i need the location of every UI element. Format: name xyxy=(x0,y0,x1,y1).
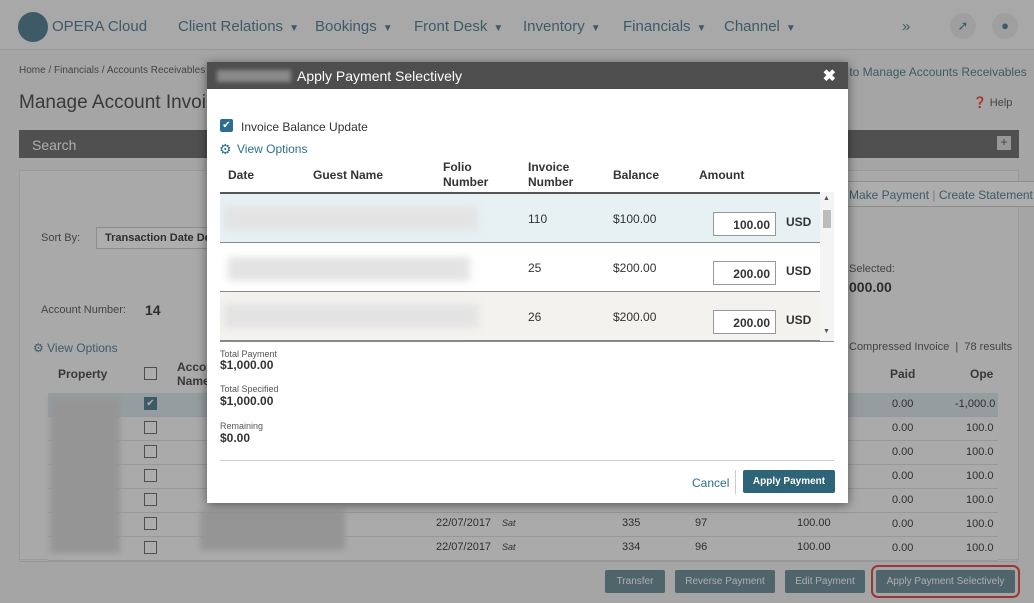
dialog-header: Apply Payment Selectively ✖ xyxy=(207,62,848,89)
col-invoice-number[interactable]: Invoice Number xyxy=(528,160,573,190)
col-amount[interactable]: Amount xyxy=(699,168,744,183)
col-folio-number[interactable]: Folio Number xyxy=(443,160,488,190)
amount-input[interactable]: 200.00 xyxy=(713,310,776,334)
invoice-balance-update-checkbox[interactable]: ✔ xyxy=(220,119,233,132)
dialog-footer-rule xyxy=(220,460,834,461)
total-specified-label: Total Specified xyxy=(220,384,279,394)
col-balance[interactable]: Balance xyxy=(613,168,659,183)
row-balance: $200.00 xyxy=(613,310,657,324)
amount-input[interactable]: 200.00 xyxy=(713,261,776,285)
amount-input[interactable]: 100.00 xyxy=(713,212,776,236)
row-currency: USD xyxy=(786,264,812,278)
redacted-row-data xyxy=(224,304,478,328)
row-balance: $100.00 xyxy=(613,212,657,226)
col-guest-name[interactable]: Guest Name xyxy=(313,168,383,183)
table-end-rule xyxy=(220,341,834,342)
table-scrollbar[interactable]: ▲ ▼ xyxy=(820,192,834,341)
row-invoice-number: 110 xyxy=(528,212,548,226)
button-separator xyxy=(735,470,736,494)
redacted-row-data xyxy=(224,206,478,230)
payment-row[interactable]: 25 $200.00 200.00 USD xyxy=(220,243,820,292)
scroll-up-icon[interactable]: ▲ xyxy=(823,195,830,202)
dialog-title: Apply Payment Selectively xyxy=(297,68,462,84)
row-invoice-number: 26 xyxy=(528,310,542,324)
payment-row[interactable]: 26 $200.00 200.00 USD xyxy=(220,292,820,341)
total-specified-value: $1,000.00 xyxy=(220,394,274,408)
remaining-value: $0.00 xyxy=(220,431,251,445)
gear-icon[interactable]: ⚙ xyxy=(219,141,232,158)
row-balance: $200.00 xyxy=(613,261,657,275)
total-payment-value: $1,000.00 xyxy=(220,358,274,372)
redacted-header xyxy=(217,70,291,82)
scroll-down-icon[interactable]: ▼ xyxy=(823,328,830,335)
row-invoice-number: 25 xyxy=(528,261,542,275)
cancel-button[interactable]: Cancel xyxy=(692,476,729,490)
scroll-thumb[interactable] xyxy=(823,210,831,228)
apply-payment-button[interactable]: Apply Payment xyxy=(743,470,835,493)
apply-payment-dialog: Apply Payment Selectively ✖ ✔ Invoice Ba… xyxy=(207,62,848,503)
col-date[interactable]: Date xyxy=(228,168,254,183)
row-currency: USD xyxy=(786,215,812,229)
payment-row[interactable]: 110 $100.00 100.00 USD xyxy=(220,194,820,243)
invoice-balance-update-label[interactable]: Invoice Balance Update xyxy=(241,120,368,134)
remaining-label: Remaining xyxy=(220,421,264,431)
redacted-row-data xyxy=(228,257,470,281)
view-options-link[interactable]: View Options xyxy=(237,142,307,156)
close-icon[interactable]: ✖ xyxy=(823,66,836,86)
row-currency: USD xyxy=(786,313,812,327)
